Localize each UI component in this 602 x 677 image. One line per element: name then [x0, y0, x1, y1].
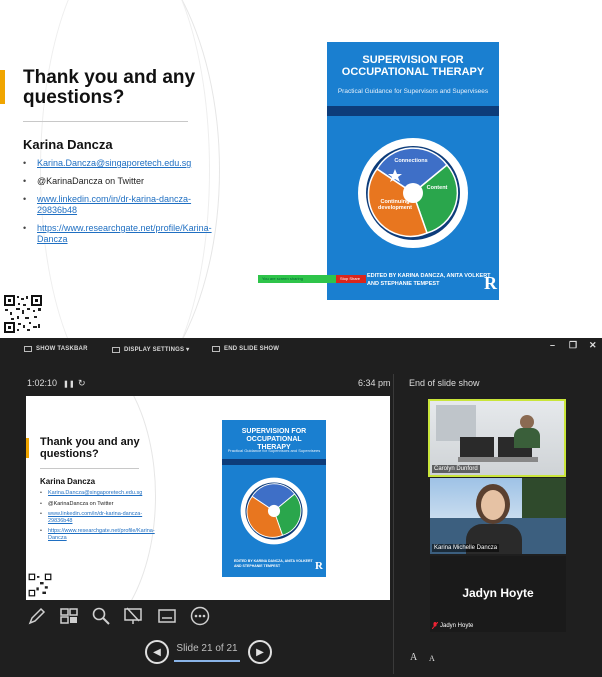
qr-code-icon: [3, 294, 43, 334]
book-cover: SUPERVISION FOR OCCUPATIONAL THERAPY Pra…: [327, 42, 499, 300]
list-item[interactable]: • Karina.Dancza@singaporetech.edu.sg: [23, 158, 203, 169]
researchgate-link[interactable]: https://www.researchgate.net/profile/Kar…: [37, 223, 212, 245]
next-slide-label: End of slide show: [409, 378, 480, 388]
current-slide-preview[interactable]: Thank you and any questions? Karina Danc…: [26, 396, 390, 600]
list-item[interactable]: • www.linkedin.com/in/dr-karina-dancza-29…: [23, 194, 203, 216]
book-authors: EDITED BY KARINA DANCZA, ANITA VOLKERT A…: [367, 273, 491, 287]
segment-content: Content: [427, 185, 448, 191]
person-face: [481, 490, 505, 520]
slide-counter-underline: [174, 660, 240, 662]
slide-counter[interactable]: Slide 21 of 21: [174, 643, 240, 659]
chevron-left-icon: ◀: [153, 646, 161, 658]
display-settings-button[interactable]: DISPLAY SETTINGS ▾: [112, 346, 189, 353]
restore-button[interactable]: ❐: [569, 340, 577, 351]
pen-icon[interactable]: [26, 605, 48, 627]
book-subtitle: Practical Guidance for Supervisors and S…: [337, 88, 489, 95]
shared-slide: Thank you and any questions? Karina Danc…: [0, 0, 602, 338]
end-slide-show-button[interactable]: END SLIDE SHOW: [212, 346, 279, 352]
linkedin-link[interactable]: www.linkedin.com/in/dr-karina-dancza-298…: [37, 194, 203, 216]
screen-share-bar[interactable]: You are screen sharing Stop Share: [258, 275, 366, 283]
accent-bar: [26, 438, 29, 458]
supervision-wheel-icon: Connections Content Continuing developme…: [358, 138, 468, 248]
close-button[interactable]: ✕: [589, 340, 597, 351]
elapsed-timer: 1:02:10: [27, 378, 58, 388]
video-tile[interactable]: Karina Michelle Dancza: [430, 478, 566, 554]
desk: [458, 457, 538, 462]
person-head: [520, 415, 534, 429]
chevron-right-icon: ▶: [256, 646, 264, 658]
list-item[interactable]: • Karina.Dancza@singaporetech.edu.sg: [40, 490, 150, 497]
muted-mic-icon: [432, 622, 438, 629]
taskbar-icon: [24, 346, 32, 352]
minimize-button[interactable]: –: [550, 340, 555, 350]
contact-list: • Karina.Dancza@singaporetech.edu.sg • @Ka…: [23, 158, 212, 245]
list-item[interactable]: • https://www.researchgate.net/profile/Ka…: [23, 223, 212, 245]
book-title: SUPERVISION FOR OCCUPATIONAL THERAPY: [341, 54, 485, 78]
title-divider: [40, 468, 139, 469]
pane-divider[interactable]: [393, 374, 394, 674]
video-tile[interactable]: Jadyn Hoyte Jadyn Hoyte: [430, 556, 566, 632]
book-cover: SUPERVISION FOR OCCUPATIONAL THERAPY Pra…: [222, 420, 326, 577]
end-show-icon: [212, 346, 220, 352]
increase-font-button[interactable]: A: [410, 652, 417, 663]
participant-display-name: Jadyn Hoyte: [462, 586, 534, 600]
next-slide-button[interactable]: ▶: [248, 640, 272, 664]
list-item: • @KarinaDancza on Twitter: [23, 176, 203, 187]
magnifier-icon[interactable]: [90, 605, 112, 627]
qr-code-icon: [28, 573, 52, 597]
supervision-wheel-icon: [240, 477, 308, 545]
decrease-font-button[interactable]: A: [429, 654, 435, 663]
presenter-name: Karina Dancza: [23, 137, 113, 152]
title-divider: [23, 121, 188, 122]
display-icon: [112, 346, 120, 353]
person-body: [514, 428, 540, 448]
list-item[interactable]: • https://www.researchgate.net/profile/Ka…: [40, 528, 155, 541]
list-item: • @KarinaDancza on Twitter: [40, 500, 114, 507]
slide-title: Thank you and any questions?: [40, 436, 140, 460]
pause-timer-icon[interactable]: ❚❚: [63, 380, 75, 388]
publisher-logo: R: [484, 273, 497, 293]
show-taskbar-button[interactable]: SHOW TASKBAR: [24, 346, 88, 352]
current-time: 6:34 pm: [358, 378, 391, 388]
slide-title: Thank you and any questions?: [23, 67, 196, 108]
stop-share-button[interactable]: Stop Share: [336, 275, 366, 283]
more-options-icon[interactable]: [189, 605, 211, 627]
segment-connections: Connections: [394, 158, 427, 164]
previous-slide-button[interactable]: ◀: [145, 640, 169, 664]
slides-grid-icon[interactable]: [58, 605, 80, 627]
list-item[interactable]: • www.linkedin.com/in/dr-karina-dancza-29…: [40, 511, 150, 524]
presenter-toolbar: SHOW TASKBAR DISPLAY SETTINGS ▾ END SLID…: [0, 338, 602, 358]
pointer-screen-icon[interactable]: [122, 605, 144, 627]
accent-bar: [0, 70, 5, 104]
participant-name: Karina Michelle Dancza: [432, 544, 500, 552]
video-tile[interactable]: Carolyn Dunford: [428, 399, 566, 477]
email-link[interactable]: Karina.Dancza@singaporetech.edu.sg: [37, 158, 203, 169]
presenter-name: Karina Dancza: [40, 477, 96, 486]
reset-timer-icon[interactable]: ↻: [78, 378, 86, 389]
cover-stripe: [327, 106, 499, 116]
svg-text:development: development: [378, 205, 412, 211]
participant-name: Carolyn Dunford: [432, 465, 480, 473]
contact-list: • Karina.Dancza@singaporetech.edu.sg • @Ka…: [40, 490, 155, 541]
twitter-handle: @KarinaDancza on Twitter: [37, 176, 145, 186]
participant-name: Jadyn Hoyte: [440, 623, 474, 629]
desk-monitor: [460, 437, 494, 457]
subtitles-icon[interactable]: [156, 605, 178, 627]
sharing-indicator: You are screen sharing: [258, 275, 336, 283]
